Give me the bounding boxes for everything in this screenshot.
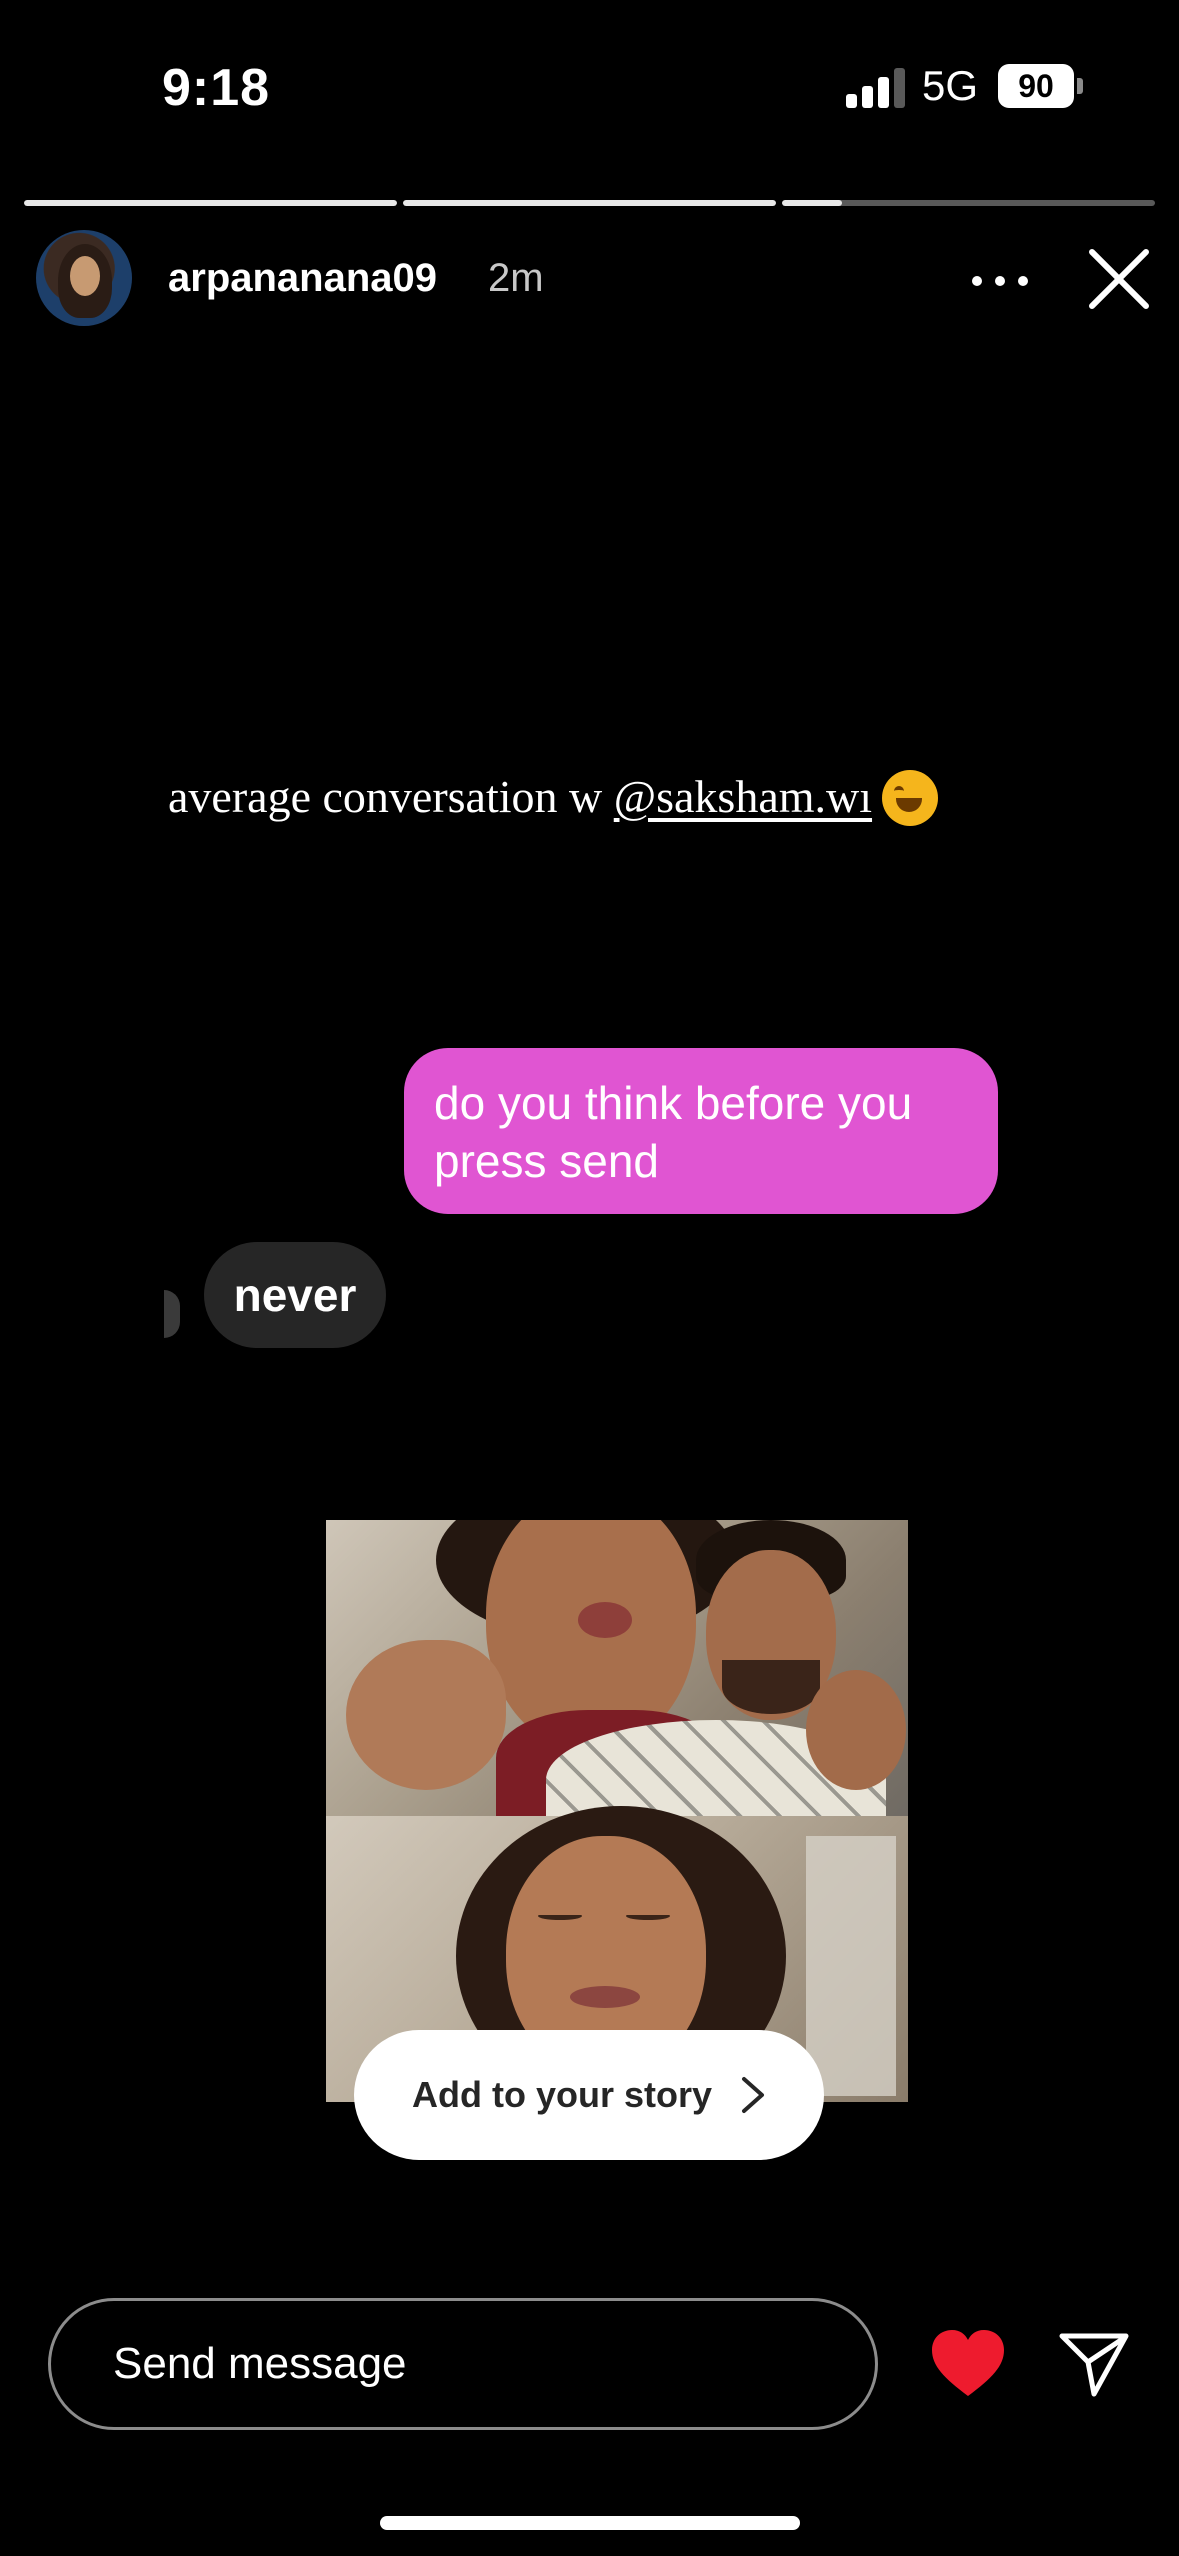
username[interactable]: arpananana09 (168, 256, 437, 301)
progress-fill (782, 200, 842, 206)
avatar-face (70, 256, 100, 296)
send-icon[interactable] (1058, 2330, 1130, 2398)
progress-fill (403, 200, 776, 206)
more-icon[interactable] (972, 266, 1028, 296)
battery-tip (1077, 78, 1083, 94)
photo-person-beard (722, 1660, 820, 1714)
status-time: 9:18 (162, 59, 271, 117)
progress-segment (782, 200, 1155, 206)
sent-message-bubble: do you think before you press send (404, 1048, 998, 1214)
send-message-input[interactable] (48, 2298, 878, 2430)
photo-hand (806, 1670, 906, 1790)
received-message-bubble: never (204, 1242, 386, 1348)
battery-level: 90 (1018, 68, 1054, 104)
photo-top (326, 1520, 908, 1840)
battery-icon: 90 (998, 64, 1074, 108)
story-caption: average conversation w @saksham.wı (168, 770, 939, 826)
photo-window (806, 1836, 896, 2096)
story-time: 2m (488, 256, 544, 300)
avatar[interactable] (36, 230, 132, 326)
photo-person-lips (570, 1986, 640, 2008)
story-photo (326, 1520, 908, 2102)
photo-person-eye (538, 1912, 582, 1920)
progress-fill (24, 200, 397, 206)
photo-person-lips (578, 1602, 632, 1638)
close-icon[interactable] (1086, 246, 1152, 312)
heart-icon[interactable] (930, 2328, 1006, 2400)
progress-segment (24, 200, 397, 206)
add-to-story-button[interactable]: Add to your story (354, 2030, 824, 2160)
caption-text: average conversation w (168, 771, 614, 822)
network-type: 5G (922, 62, 979, 109)
photo-hand (346, 1640, 506, 1790)
progress-segment (403, 200, 776, 206)
chevron-right-icon (742, 2077, 764, 2113)
photo-person-eye (626, 1912, 670, 1920)
received-avatar-edge (164, 1290, 180, 1338)
signal-icon (846, 68, 906, 108)
status-bar: 9:18 5G 90 (0, 0, 1179, 175)
mention-link[interactable]: @saksham.wı (614, 771, 872, 822)
rofl-emoji-icon (882, 770, 939, 826)
add-to-story-label: Add to your story (411, 2074, 712, 2115)
home-indicator[interactable] (380, 2516, 800, 2530)
story-progress (24, 200, 1155, 206)
